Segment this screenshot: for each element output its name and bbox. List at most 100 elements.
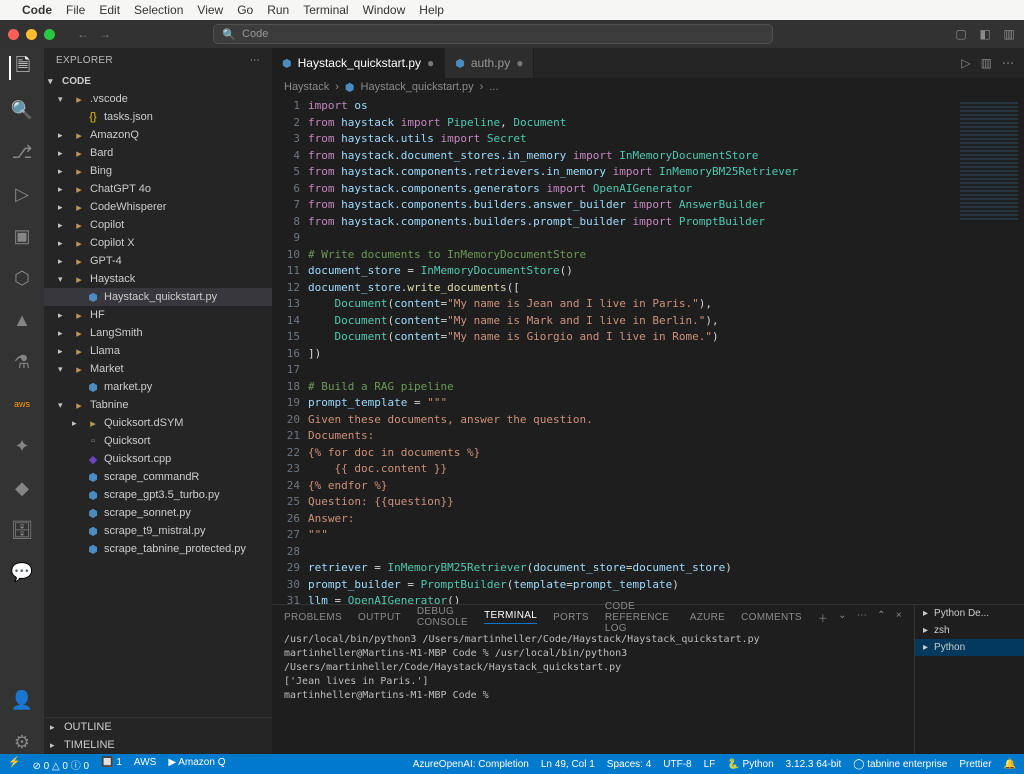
settings-gear-icon[interactable]: ⚙ bbox=[10, 730, 34, 754]
tree-item[interactable]: ▸▸Quicksort.dSYM bbox=[44, 414, 272, 432]
tree-item[interactable]: ▸▸Copilot bbox=[44, 216, 272, 234]
aws-icon[interactable]: aws bbox=[10, 392, 34, 416]
status-item[interactable]: ⊘ 0 △ 0 ⓘ 0 bbox=[32, 757, 89, 772]
search-view-icon[interactable]: 🔍 bbox=[10, 98, 34, 122]
split-editor-icon[interactable]: ▥ bbox=[981, 56, 992, 70]
menu-go[interactable]: Go bbox=[237, 3, 253, 17]
status-item[interactable]: Spaces: 4 bbox=[607, 759, 651, 770]
tree-item[interactable]: ⬢Haystack_quickstart.py bbox=[44, 288, 272, 306]
database-icon[interactable]: 🗄 bbox=[10, 518, 34, 542]
panel-tab[interactable]: TERMINAL bbox=[484, 610, 537, 624]
menu-file[interactable]: File bbox=[66, 3, 85, 17]
breadcrumbs[interactable]: Haystack› ⬢Haystack_quickstart.py› ... bbox=[272, 78, 1024, 96]
nav-back-icon[interactable]: ← bbox=[77, 27, 89, 41]
tree-item[interactable]: ▸▸Llama bbox=[44, 342, 272, 360]
explorer-icon[interactable]: 🗎 bbox=[9, 56, 33, 80]
menu-help[interactable]: Help bbox=[419, 3, 444, 17]
more-icon[interactable]: ⋯ bbox=[250, 55, 260, 66]
tabnine-icon[interactable]: ✦ bbox=[10, 434, 34, 458]
minimap[interactable] bbox=[954, 96, 1024, 604]
panel-tab[interactable]: AZURE bbox=[690, 612, 725, 623]
status-item[interactable]: AWS bbox=[134, 757, 156, 772]
panel-tab[interactable]: COMMENTS bbox=[741, 612, 802, 623]
nav-forward-icon[interactable]: → bbox=[99, 27, 111, 41]
menu-selection[interactable]: Selection bbox=[134, 3, 183, 17]
terminal-output[interactable]: /usr/local/bin/python3 /Users/martinhell… bbox=[272, 629, 914, 754]
command-center[interactable]: 🔍 Code bbox=[213, 24, 773, 44]
maximize-window-icon[interactable] bbox=[44, 29, 55, 40]
panel-tab[interactable]: PORTS bbox=[553, 612, 589, 623]
status-item[interactable]: 🔲 1 bbox=[101, 757, 122, 772]
status-item[interactable]: ◯ tabnine enterprise bbox=[853, 759, 947, 770]
status-item[interactable]: ⚡ bbox=[8, 757, 20, 772]
editor-tab[interactable]: ⬢Haystack_quickstart.py● bbox=[272, 48, 445, 78]
tree-item[interactable]: ▸▸ChatGPT 4o bbox=[44, 180, 272, 198]
terminal-list-item[interactable]: ▸zsh bbox=[915, 622, 1024, 639]
tree-item[interactable]: ⬢scrape_commandR bbox=[44, 468, 272, 486]
panel-tab[interactable]: OUTPUT bbox=[358, 612, 401, 623]
panel-action-icon[interactable]: ⌄ bbox=[838, 610, 847, 625]
tree-item[interactable]: ⬢scrape_tabnine_protected.py bbox=[44, 540, 272, 558]
tree-item[interactable]: ▸▸CodeWhisperer bbox=[44, 198, 272, 216]
tree-item[interactable]: ▾▸Tabnine bbox=[44, 396, 272, 414]
tree-item[interactable]: ⬢scrape_gpt3.5_turbo.py bbox=[44, 486, 272, 504]
code-editor[interactable]: 1234567891011121314151617181920212223242… bbox=[272, 96, 1024, 604]
layout-sidebar-icon[interactable]: ◧ bbox=[978, 27, 992, 41]
tree-item[interactable]: ▾▸Haystack bbox=[44, 270, 272, 288]
status-item[interactable]: UTF-8 bbox=[663, 759, 691, 770]
tree-item[interactable]: ▸▸Bard bbox=[44, 144, 272, 162]
tree-item[interactable]: ▸▸Bing bbox=[44, 162, 272, 180]
status-item[interactable]: AzureOpenAI: Completion bbox=[413, 759, 529, 770]
tree-item[interactable]: ▾▸Market bbox=[44, 360, 272, 378]
menu-terminal[interactable]: Terminal bbox=[303, 3, 348, 17]
status-item[interactable]: Prettier bbox=[959, 759, 991, 770]
timeline-section[interactable]: ▸TIMELINE bbox=[44, 736, 272, 754]
tree-item[interactable]: ▾▸.vscode bbox=[44, 90, 272, 108]
status-item[interactable]: LF bbox=[704, 759, 716, 770]
status-item[interactable]: 3.12.3 64-bit bbox=[786, 759, 842, 770]
outline-section[interactable]: ▸OUTLINE bbox=[44, 718, 272, 736]
tree-item[interactable]: ▫Quicksort bbox=[44, 432, 272, 450]
menu-window[interactable]: Window bbox=[363, 3, 406, 17]
accounts-icon[interactable]: 👤 bbox=[10, 688, 34, 712]
tree-item[interactable]: ▸▸LangSmith bbox=[44, 324, 272, 342]
status-item[interactable]: 🔔 bbox=[1004, 759, 1016, 770]
chat-icon[interactable]: 💬 bbox=[10, 560, 34, 584]
tree-item[interactable]: {}tasks.json bbox=[44, 108, 272, 126]
tab-more-icon[interactable]: ⋯ bbox=[1002, 56, 1014, 70]
azure-icon[interactable]: ▲ bbox=[10, 308, 34, 332]
terminal-list-item[interactable]: ▸Python De... bbox=[915, 605, 1024, 622]
tree-item[interactable]: ▸▸GPT-4 bbox=[44, 252, 272, 270]
menu-app[interactable]: Code bbox=[22, 3, 52, 17]
tree-item[interactable]: ⬢market.py bbox=[44, 378, 272, 396]
close-tab-icon[interactable]: ● bbox=[427, 56, 434, 70]
status-item[interactable]: ▶ Amazon Q bbox=[168, 757, 225, 772]
panel-tab[interactable]: PROBLEMS bbox=[284, 612, 342, 623]
tree-item[interactable]: ⬢scrape_t9_mistral.py bbox=[44, 522, 272, 540]
panel-action-icon[interactable]: × bbox=[896, 610, 902, 625]
menu-view[interactable]: View bbox=[197, 3, 223, 17]
tree-item[interactable]: ▸▸HF bbox=[44, 306, 272, 324]
close-window-icon[interactable] bbox=[8, 29, 19, 40]
tree-item[interactable]: ▸▸Copilot X bbox=[44, 234, 272, 252]
testing-icon[interactable]: ⚗ bbox=[10, 350, 34, 374]
run-debug-icon[interactable]: ▷ bbox=[10, 182, 34, 206]
minimize-window-icon[interactable] bbox=[26, 29, 37, 40]
layout-customize-icon[interactable]: ▥ bbox=[1002, 27, 1016, 41]
panel-action-icon[interactable]: ⌃ bbox=[877, 610, 886, 625]
tree-item[interactable]: ◆Quicksort.cpp bbox=[44, 450, 272, 468]
panel-tab[interactable]: DEBUG CONSOLE bbox=[417, 606, 468, 628]
folder-header[interactable]: ▾CODE bbox=[44, 72, 272, 90]
tree-item[interactable]: ▸▸AmazonQ bbox=[44, 126, 272, 144]
menu-edit[interactable]: Edit bbox=[99, 3, 120, 17]
tree-item[interactable]: ⬢scrape_sonnet.py bbox=[44, 504, 272, 522]
extensions-icon[interactable]: ▣ bbox=[10, 224, 34, 248]
terminal-list-item[interactable]: ▸Python bbox=[915, 639, 1024, 656]
remote-icon[interactable]: ⬡ bbox=[10, 266, 34, 290]
status-item[interactable]: Ln 49, Col 1 bbox=[541, 759, 595, 770]
run-file-icon[interactable]: ▷ bbox=[961, 56, 970, 70]
status-item[interactable]: 🐍 Python bbox=[727, 759, 773, 770]
layout-panel-icon[interactable]: ▢ bbox=[954, 27, 968, 41]
amazonq-icon[interactable]: ◆ bbox=[10, 476, 34, 500]
panel-action-icon[interactable]: ＋ bbox=[818, 610, 828, 625]
